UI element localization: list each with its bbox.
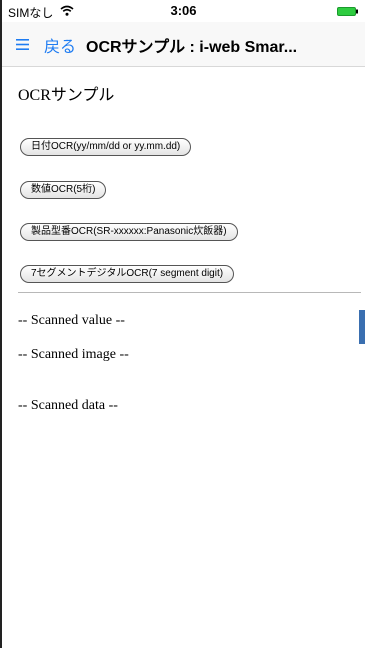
menu-icon[interactable] [16, 39, 29, 50]
navigation-bar: 戻る OCRサンプル : i-web Smar... [2, 22, 365, 67]
product-model-ocr-button[interactable]: 製品型番OCR(SR-xxxxxx:Panasonic炊飯器) [20, 223, 238, 241]
number-ocr-button[interactable]: 数値OCR(5桁) [20, 181, 107, 199]
back-button[interactable]: 戻る [44, 33, 76, 57]
seven-segment-ocr-button[interactable]: 7セグメントデジタルOCR(7 segment digit) [20, 265, 235, 283]
divider [18, 292, 361, 293]
clock: 3:06 [170, 3, 197, 18]
page-heading: OCRサンプル [18, 87, 115, 104]
scanned-image-label: -- Scanned image -- [18, 347, 129, 362]
date-ocr-button[interactable]: 日付OCR(yy/mm/dd or yy.mm.dd) [20, 138, 192, 156]
page-title: OCRサンプル : i-web Smar... [86, 39, 298, 56]
side-tab-handle[interactable] [359, 310, 365, 344]
scanned-data-label: -- Scanned data -- [18, 398, 118, 413]
phone-screen: SIMなし 3:06 戻る OCRサンプル : i-web Smar... OC… [0, 0, 365, 648]
battery-icon [337, 7, 358, 16]
content-area: OCRサンプル 日付OCR(yy/mm/dd or yy.mm.dd) 数値OC… [2, 67, 365, 648]
scanned-value-label: -- Scanned value -- [18, 313, 125, 328]
status-bar: SIMなし 3:06 [2, 0, 365, 22]
